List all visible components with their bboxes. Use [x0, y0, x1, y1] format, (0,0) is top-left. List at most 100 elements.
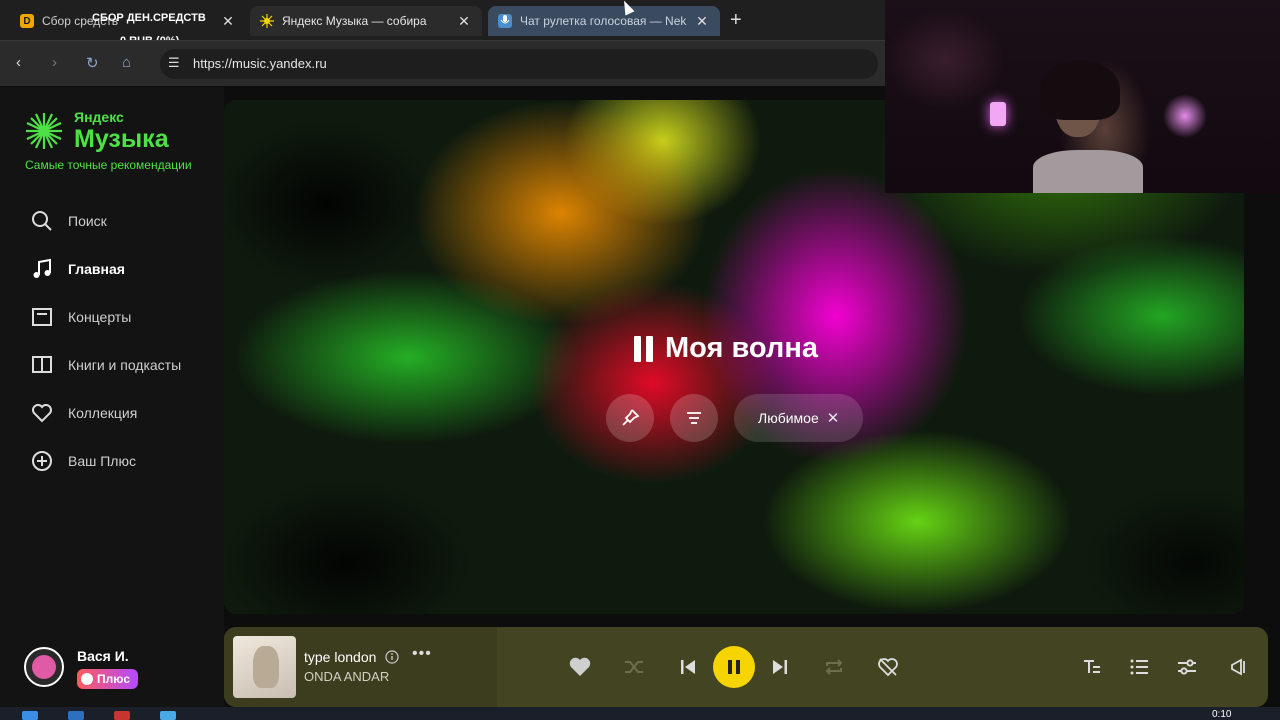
sidebar-item-books[interactable]: Книги и подкасты: [30, 341, 181, 389]
track-cover[interactable]: [233, 636, 296, 698]
site-settings-icon[interactable]: ☰: [168, 55, 180, 71]
previous-button[interactable]: [676, 656, 700, 678]
heart-icon: [569, 657, 591, 676]
pin-button[interactable]: [606, 394, 654, 442]
pause-bar: [728, 660, 732, 674]
ticket-icon: [30, 305, 54, 329]
sidebar: Яндекс Музыка Самые точные рекомендации …: [0, 87, 224, 627]
track-artist[interactable]: ONDA ANDAR: [304, 669, 389, 684]
my-wave-title: Моя волна: [665, 332, 818, 364]
sidebar-item-label: Поиск: [68, 213, 107, 229]
sidebar-item-label: Концерты: [68, 309, 132, 325]
shuffle-icon: [625, 661, 643, 673]
plus-badge-label: Плюс: [97, 672, 131, 686]
track-title[interactable]: type london: [304, 649, 376, 665]
logo-text-big: Музыка: [74, 125, 169, 153]
tab-chat-roulette[interactable]: Чат рулетка голосовая — Nek ✕: [488, 6, 720, 36]
tab-yandex-music[interactable]: Яндекс Музыка — собира ✕: [250, 6, 482, 36]
new-tab-button[interactable]: +: [730, 9, 742, 32]
pause-icon: [634, 335, 653, 362]
sidebar-item-home[interactable]: Главная: [30, 245, 181, 293]
sidebar-item-label: Ваш Плюс: [68, 453, 136, 469]
like-button[interactable]: [568, 656, 592, 678]
sidebar-item-plus[interactable]: Ваш Плюс: [30, 437, 181, 485]
repeat-icon: [825, 659, 843, 675]
heart-icon: [30, 401, 54, 425]
my-wave-play-button[interactable]: Моя волна: [634, 332, 818, 365]
back-icon[interactable]: ‹: [16, 54, 21, 71]
webcam-overlay: [885, 0, 1280, 193]
close-icon[interactable]: ✕: [220, 13, 236, 30]
close-icon[interactable]: ✕: [827, 409, 840, 427]
pin-icon: [622, 409, 640, 426]
volume-button[interactable]: [1224, 656, 1248, 678]
block-icon: [878, 658, 898, 677]
tab-title: Чат рулетка голосовая — Nek: [520, 14, 687, 28]
url-text: https://music.yandex.ru: [193, 56, 327, 71]
logo-text-small: Яндекс: [74, 109, 124, 125]
wave-settings-button[interactable]: [670, 394, 718, 442]
plus-circle-icon: [30, 449, 54, 473]
windows-start-icon[interactable]: [22, 711, 38, 720]
messenger-taskbar-icon[interactable]: [160, 711, 176, 720]
avatar-image: [32, 655, 56, 679]
chip-label: Любимое: [758, 410, 819, 426]
user-profile[interactable]: Вася И. Плюс: [0, 627, 224, 707]
search-icon: [30, 209, 54, 233]
queue-icon: [1130, 659, 1148, 675]
yandex-music-favicon-icon: [260, 14, 274, 28]
player-bar: type london ••• ONDA ANDAR: [224, 627, 1268, 707]
avatar[interactable]: [24, 647, 64, 687]
pause-button[interactable]: [713, 646, 755, 688]
user-name: Вася И.: [77, 648, 129, 664]
sidebar-item-label: Главная: [68, 261, 125, 277]
equalizer-button[interactable]: [1175, 656, 1199, 678]
os-taskbar: 0:10: [0, 707, 1280, 720]
donation-favicon-icon: D: [20, 14, 34, 28]
more-icon[interactable]: •••: [412, 645, 432, 663]
plus-badge[interactable]: Плюс: [77, 669, 139, 689]
info-icon[interactable]: [385, 650, 399, 664]
logo-tagline: Самые точные рекомендации: [25, 158, 192, 172]
donation-title: СБОР ДЕН.СРЕДСТВ: [92, 12, 206, 24]
next-icon: [773, 660, 787, 674]
book-icon: [30, 353, 54, 377]
music-note-icon: [30, 257, 54, 281]
forward-icon[interactable]: ›: [52, 54, 57, 71]
wave-mode-chip[interactable]: Любимое ✕: [734, 394, 864, 442]
sidebar-item-search[interactable]: Поиск: [30, 197, 181, 245]
browser-toolbar: ‹ › ↻ ⌂ ☰ https://music.yandex.ru: [0, 40, 885, 86]
close-icon[interactable]: ✕: [694, 13, 710, 30]
cam-lamp: [990, 102, 1006, 126]
pause-bar: [736, 660, 740, 674]
close-icon[interactable]: ✕: [456, 13, 472, 30]
mic-favicon-icon: [498, 14, 512, 28]
taskbar-clock: 0:10: [1212, 709, 1232, 720]
reload-icon[interactable]: ↻: [86, 54, 99, 72]
plus-logo-icon: [81, 673, 93, 685]
cover-figure: [253, 646, 279, 688]
next-button[interactable]: [768, 656, 792, 678]
sidebar-item-label: Коллекция: [68, 405, 138, 421]
now-playing: type london ••• ONDA ANDAR: [224, 627, 497, 707]
sidebar-item-collection[interactable]: Коллекция: [30, 389, 181, 437]
tab-title: Яндекс Музыка — собира: [282, 14, 427, 28]
cam-person-hair: [1040, 60, 1120, 120]
shuffle-button[interactable]: [622, 656, 646, 678]
dislike-button[interactable]: [876, 656, 900, 678]
queue-button[interactable]: [1127, 656, 1151, 678]
cam-person-shirt: [1033, 150, 1143, 193]
repeat-button[interactable]: [822, 656, 846, 678]
address-bar[interactable]: ☰ https://music.yandex.ru: [160, 49, 878, 79]
lyrics-button[interactable]: [1080, 656, 1104, 678]
screen: D Сбор средств ✕ Яндекс Музыка — собира …: [0, 0, 1280, 720]
lyrics-icon: [1084, 660, 1100, 673]
previous-icon: [681, 660, 695, 674]
home-icon[interactable]: ⌂: [122, 54, 131, 71]
sidebar-item-label: Книги и подкасты: [68, 357, 182, 373]
logo-star-icon: [26, 113, 62, 149]
browser-taskbar-icon[interactable]: [68, 711, 84, 720]
app-taskbar-icon[interactable]: [114, 711, 130, 720]
filter-icon: [687, 412, 701, 424]
sidebar-item-concerts[interactable]: Концерты: [30, 293, 181, 341]
